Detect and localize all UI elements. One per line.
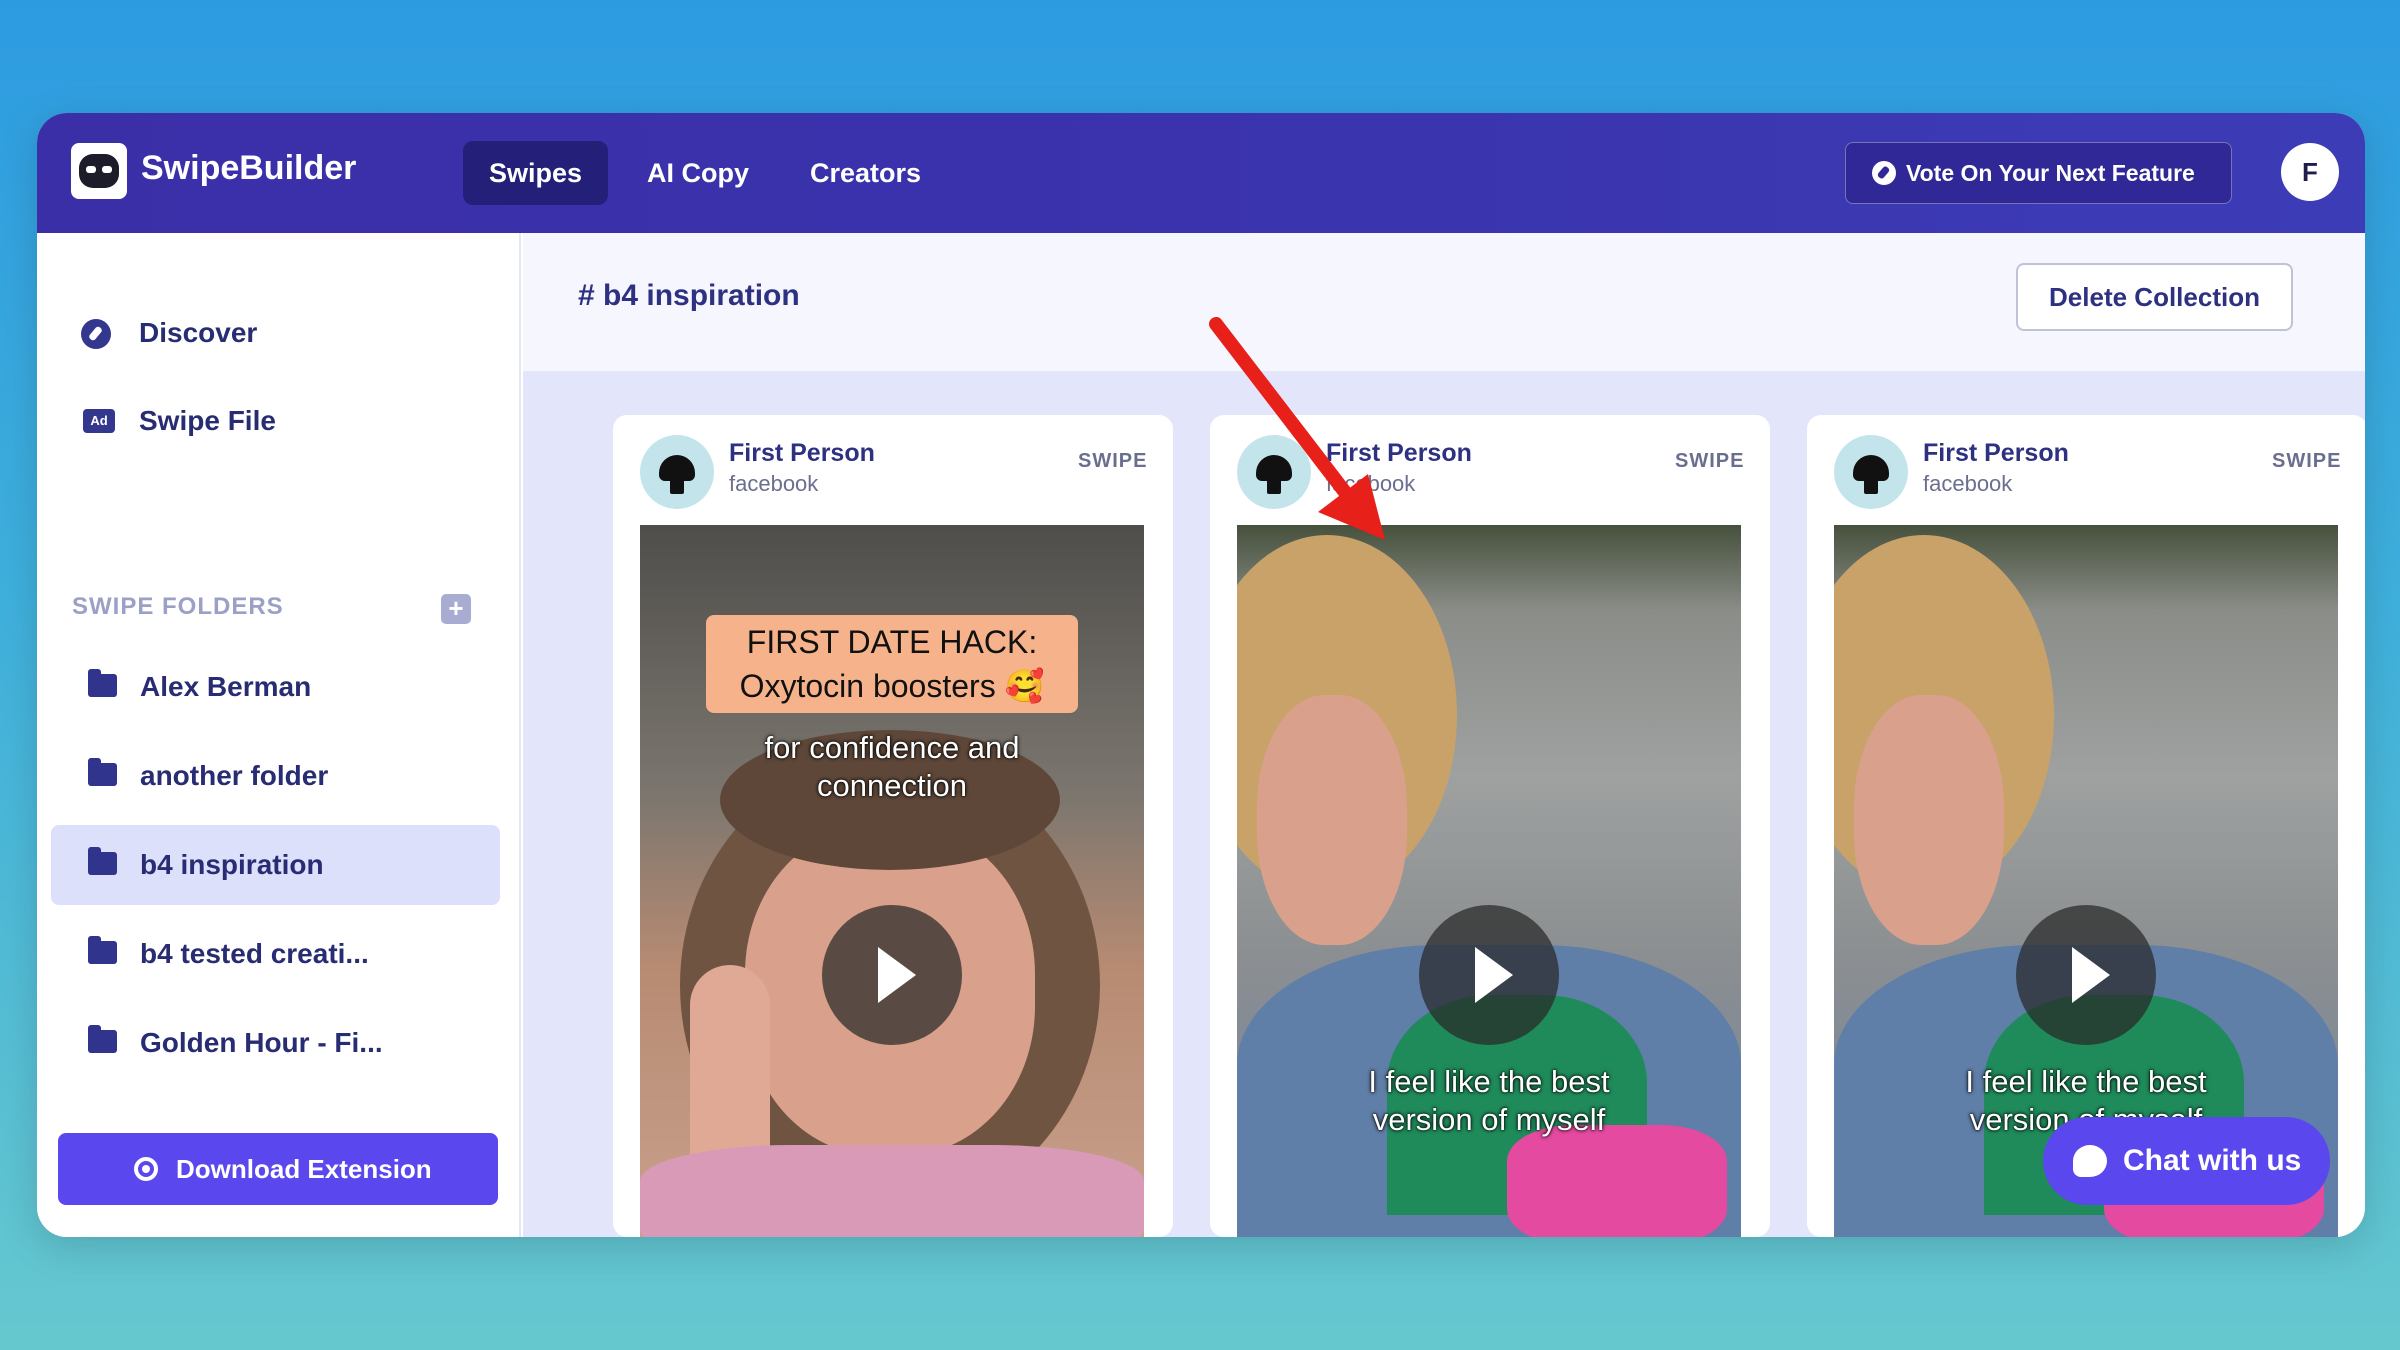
vote-feature-label: Vote On Your Next Feature [1906, 160, 2195, 186]
swipe-tag[interactable]: SWIPE [2272, 450, 2341, 473]
chat-label: Chat with us [2123, 1144, 2302, 1177]
chat-bubble-icon [2073, 1145, 2107, 1177]
download-extension-button[interactable]: Download Extension [58, 1133, 498, 1205]
folder-label: another folder [140, 760, 329, 791]
folder-icon [88, 1025, 117, 1053]
folder-icon [88, 936, 117, 964]
play-icon[interactable] [2016, 905, 2156, 1045]
caption-line: connection [817, 768, 967, 803]
swipe-tag[interactable]: SWIPE [1078, 450, 1147, 473]
collection-view: # b4 inspiration Delete Collection First… [523, 233, 2365, 1237]
app-window: SwipeBuilder Swipes AI Copy Creators Vot… [37, 113, 2365, 1237]
hook-text-box: FIRST DATE HACK: Oxytocin boosters 🥰 [706, 615, 1078, 713]
ad-card[interactable]: First Person facebook SWIPE I feel like … [1807, 415, 2365, 1237]
delete-collection-button[interactable]: Delete Collection [2016, 263, 2293, 331]
advertiser-name[interactable]: First Person [729, 439, 875, 468]
nav-ai-copy[interactable]: AI Copy [621, 141, 775, 205]
advertiser-avatar [1834, 435, 1908, 509]
advertiser-avatar [1237, 435, 1311, 509]
download-extension-label: Download Extension [176, 1154, 432, 1184]
folder-item[interactable]: another folder [51, 736, 500, 816]
folder-icon [88, 847, 117, 875]
caption-line: for confidence and [764, 730, 1020, 765]
folder-item-active[interactable]: b4 inspiration [51, 825, 500, 905]
video-thumbnail[interactable]: I feel like the best version of myself [1237, 525, 1741, 1237]
swipe-tag[interactable]: SWIPE [1675, 450, 1744, 473]
caption-line: I feel like the best [1368, 1064, 1610, 1099]
platform-label: facebook [729, 471, 819, 496]
folder-icon [88, 758, 117, 786]
user-avatar[interactable]: F [2281, 143, 2339, 201]
chat-widget-button[interactable]: Chat with us [2043, 1117, 2330, 1205]
vote-feature-button[interactable]: Vote On Your Next Feature [1845, 142, 2232, 204]
folder-label: Golden Hour - Fi... [140, 1027, 383, 1058]
play-icon[interactable] [1419, 905, 1559, 1045]
caption-line: version of myself [1372, 1102, 1606, 1137]
sidebar: Discover Ad Swipe File SWIPE FOLDERS + A… [37, 233, 521, 1237]
folder-item[interactable]: Alex Berman [51, 647, 500, 727]
ad-card[interactable]: First Person facebook SWIPE FIRST DATE H… [613, 415, 1173, 1237]
advertiser-name[interactable]: First Person [1326, 439, 1472, 468]
folder-label: b4 tested creati... [140, 938, 369, 969]
logo-icon[interactable] [71, 143, 127, 199]
advertiser-name[interactable]: First Person [1923, 439, 2069, 468]
video-caption: for confidence and connection [640, 729, 1144, 805]
nav-swipes[interactable]: Swipes [463, 141, 609, 205]
folder-list: Alex Berman another folder b4 inspiratio… [37, 233, 521, 1098]
collection-title: # b4 inspiration [578, 279, 800, 312]
compass-icon [1872, 161, 1896, 185]
chrome-icon [134, 1157, 158, 1181]
folder-label: Alex Berman [140, 671, 312, 702]
folder-icon [88, 669, 117, 697]
folder-item[interactable]: b4 tested creati... [51, 914, 500, 994]
folder-label: b4 inspiration [140, 849, 324, 880]
caption-line: I feel like the best [1965, 1064, 2207, 1099]
brand-name[interactable]: SwipeBuilder [141, 149, 356, 188]
nav-creators[interactable]: Creators [784, 141, 947, 205]
platform-label: facebook [1923, 471, 2013, 496]
hook-line: Oxytocin boosters 🥰 [739, 668, 1045, 704]
top-nav-bar: SwipeBuilder Swipes AI Copy Creators Vot… [37, 113, 2365, 233]
ad-card[interactable]: First Person facebook SWIPE I feel like … [1210, 415, 1770, 1237]
hook-line: FIRST DATE HACK: [746, 624, 1038, 660]
advertiser-avatar [640, 435, 714, 509]
collection-header: # b4 inspiration Delete Collection [523, 233, 2365, 371]
folder-item[interactable]: Golden Hour - Fi... [51, 1003, 500, 1083]
video-thumbnail[interactable]: FIRST DATE HACK: Oxytocin boosters 🥰 for… [640, 525, 1144, 1237]
video-caption: I feel like the best version of myself [1237, 1063, 1741, 1139]
platform-label: facebook [1326, 471, 1416, 496]
play-icon[interactable] [822, 905, 962, 1045]
